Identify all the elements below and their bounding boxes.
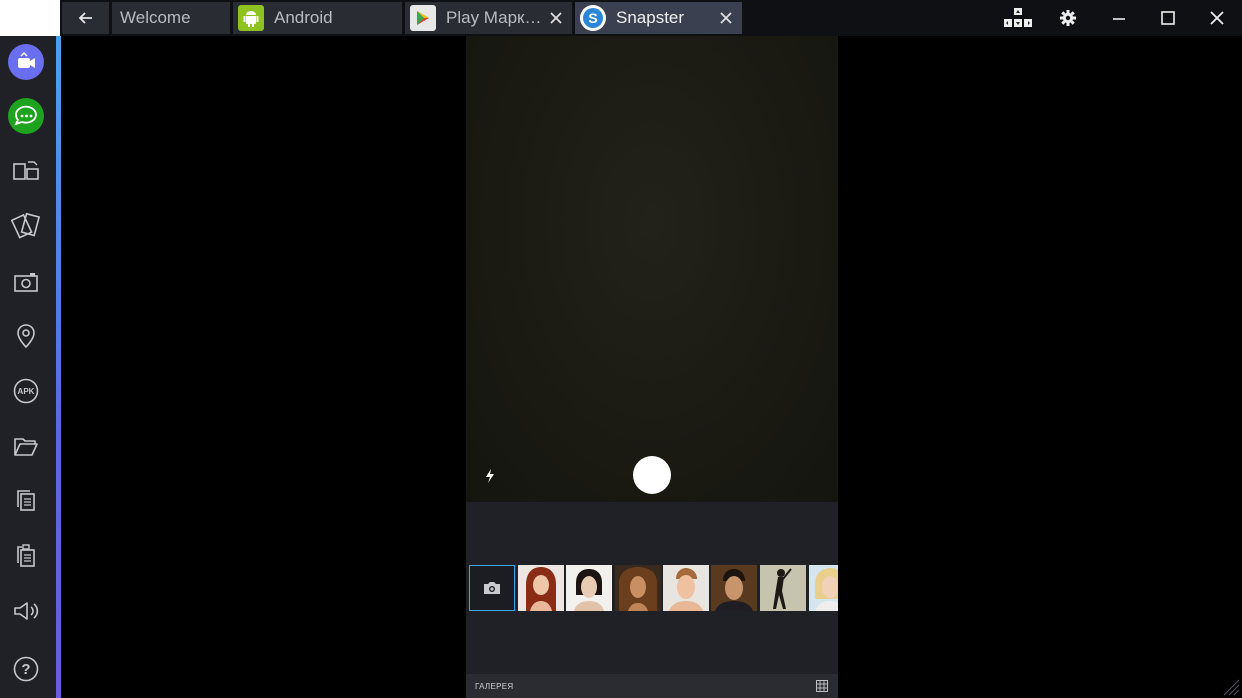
app-logo-area: [0, 0, 60, 36]
paste-icon: [17, 544, 35, 567]
help-label: ?: [21, 660, 31, 678]
tab-label: Welcome: [120, 8, 191, 27]
sidebar-item-location[interactable]: [6, 316, 46, 356]
sidebar-item-rotate[interactable]: [6, 206, 46, 246]
sidebar-item-video-chat[interactable]: [6, 42, 46, 82]
video-chat-icon: [8, 44, 44, 80]
back-button[interactable]: [62, 2, 110, 34]
sidebar-item-screenshot[interactable]: [6, 262, 46, 302]
sidebar-item-apk[interactable]: APK: [6, 371, 46, 411]
maximize-button[interactable]: [1146, 2, 1190, 34]
photo-thumb[interactable]: [711, 565, 757, 611]
rotate-icon: [11, 212, 41, 239]
snapster-icon: S: [580, 5, 606, 31]
photo-thumb[interactable]: [760, 565, 806, 611]
grid-icon[interactable]: [816, 680, 828, 692]
settings-button[interactable]: [1046, 2, 1090, 34]
camera-icon: [484, 582, 500, 594]
multi-instance-icon: [13, 161, 39, 180]
photo-dark-hair-man: [711, 565, 757, 611]
location-pin-icon: [17, 324, 35, 349]
android-icon: [238, 5, 264, 31]
messages-icon: [8, 98, 44, 134]
screenshot-camera-icon: [14, 273, 38, 292]
svg-text:S: S: [588, 10, 597, 26]
gear-icon: [1060, 10, 1076, 26]
tab-label: Snapster: [616, 8, 685, 27]
play-store-icon: [410, 5, 436, 31]
tab-label: Play Марк…: [446, 8, 542, 27]
maximize-icon: [1161, 11, 1175, 25]
arrow-left-icon: [78, 12, 92, 24]
photo-thumb[interactable]: [663, 565, 709, 611]
photo-curly-hair-woman: [615, 565, 661, 611]
camera-preview: [466, 36, 838, 502]
sidebar-item-paste[interactable]: [6, 536, 46, 576]
photo-thumb[interactable]: [566, 565, 612, 611]
sidebar: APK ?: [0, 36, 56, 698]
gallery-panel: [466, 502, 838, 698]
tab-play-market[interactable]: Play Марк…: [405, 2, 573, 34]
folder-icon: [14, 438, 38, 456]
sidebar-item-copy[interactable]: [6, 481, 46, 521]
close-tab-icon[interactable]: [714, 6, 738, 30]
resize-grip-icon[interactable]: [1220, 676, 1240, 696]
tab-label: Android: [274, 8, 333, 27]
emulator-window: Welcome Android Play Марк… S Snapster AP…: [0, 0, 1242, 698]
photo-blonde-woman: [809, 565, 838, 611]
gallery-label[interactable]: ГАЛЕРЕЯ: [475, 682, 513, 691]
close-window-button[interactable]: [1195, 2, 1239, 34]
photo-thumb[interactable]: [518, 565, 564, 611]
close-icon: [1210, 11, 1224, 25]
photo-dancer: [760, 565, 806, 611]
tab-snapster[interactable]: S Snapster: [575, 2, 743, 34]
tab-android[interactable]: Android: [233, 2, 403, 34]
minimize-icon: [1113, 18, 1125, 20]
sidebar-item-volume[interactable]: [6, 591, 46, 631]
tab-welcome[interactable]: Welcome: [112, 2, 231, 34]
camera-thumb[interactable]: [469, 565, 515, 611]
android-screen: ГАЛЕРЕЯ: [466, 36, 838, 698]
minimize-button[interactable]: [1097, 2, 1141, 34]
volume-icon: [14, 602, 39, 620]
photo-thumb[interactable]: [809, 565, 838, 611]
photo-asian-woman: [566, 565, 612, 611]
tab-bar: Welcome Android Play Марк… S Snapster: [0, 0, 1242, 36]
copy-icon: [17, 490, 35, 511]
close-tab-icon[interactable]: [544, 6, 568, 30]
sidebar-item-messages[interactable]: [6, 96, 46, 136]
apk-label: APK: [17, 386, 35, 396]
shutter-button[interactable]: [633, 456, 671, 494]
photo-young-man: [663, 565, 709, 611]
photo-red-hair-woman: [518, 565, 564, 611]
keyboard-keys-icon: [1004, 8, 1032, 27]
sidebar-item-folder[interactable]: [6, 426, 46, 466]
keymapping-button[interactable]: [996, 2, 1040, 34]
sidebar-accent-bar: [56, 36, 61, 698]
photo-thumb[interactable]: [615, 565, 661, 611]
sidebar-item-help[interactable]: ?: [6, 649, 46, 689]
sidebar-item-multi-instance[interactable]: [6, 151, 46, 191]
gallery-bar[interactable]: ГАЛЕРЕЯ: [466, 674, 838, 698]
flash-icon[interactable]: [484, 468, 496, 484]
